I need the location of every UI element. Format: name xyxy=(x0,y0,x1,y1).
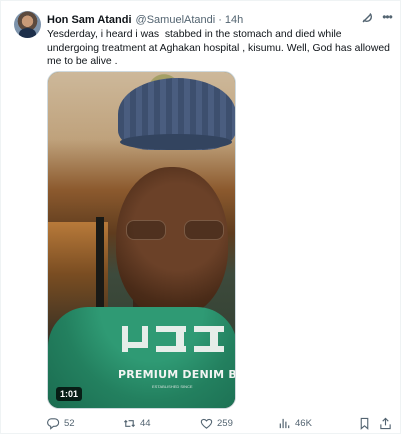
author-name[interactable]: Hon Sam Atandi xyxy=(47,14,132,26)
shirt-print-text: PREMIUM DENIM B xyxy=(118,368,236,381)
views-button[interactable]: 46K xyxy=(278,415,312,431)
like-button[interactable]: 259 xyxy=(200,415,233,431)
cap-brim xyxy=(120,134,232,150)
tweet-card[interactable]: Hon Sam Atandi @SamuelAtandi · 14h ••• Y… xyxy=(0,0,401,434)
bookmark-button[interactable] xyxy=(358,415,375,431)
action-bar: 52 44 259 46K xyxy=(47,415,393,431)
video-player[interactable]: PREMIUM DENIM B ESTABLISHED SINCE xyxy=(47,71,236,409)
person-face xyxy=(116,167,228,317)
tweet-time[interactable]: 14h xyxy=(225,14,243,26)
tweet-header: Hon Sam Atandi @SamuelAtandi · 14h xyxy=(47,12,243,28)
reply-button[interactable]: 52 xyxy=(47,415,75,431)
views-count: 46K xyxy=(295,417,312,429)
reply-count: 52 xyxy=(64,417,75,429)
heart-icon xyxy=(200,418,213,429)
author-handle[interactable]: @SamuelAtandi xyxy=(136,14,216,26)
more-icon[interactable]: ••• xyxy=(379,9,395,25)
views-icon xyxy=(279,418,290,428)
share-icon xyxy=(380,417,391,429)
like-count: 259 xyxy=(217,417,233,429)
person-glasses xyxy=(126,220,224,242)
share-button[interactable] xyxy=(379,415,396,431)
bookmark-icon xyxy=(360,417,369,430)
avatar[interactable] xyxy=(14,11,41,38)
shirt-print-subtext: ESTABLISHED SINCE xyxy=(152,384,193,389)
grok-icon[interactable] xyxy=(360,11,374,25)
video-duration-badge: 1:01 xyxy=(56,387,83,401)
shirt-logo xyxy=(122,326,232,352)
reply-icon xyxy=(47,417,60,430)
repost-icon xyxy=(123,419,136,427)
separator-dot: · xyxy=(218,14,222,26)
repost-button[interactable]: 44 xyxy=(123,415,151,431)
tweet-text: Yesderday, i heard i was stabbed in the … xyxy=(47,29,393,68)
repost-count: 44 xyxy=(140,417,151,429)
